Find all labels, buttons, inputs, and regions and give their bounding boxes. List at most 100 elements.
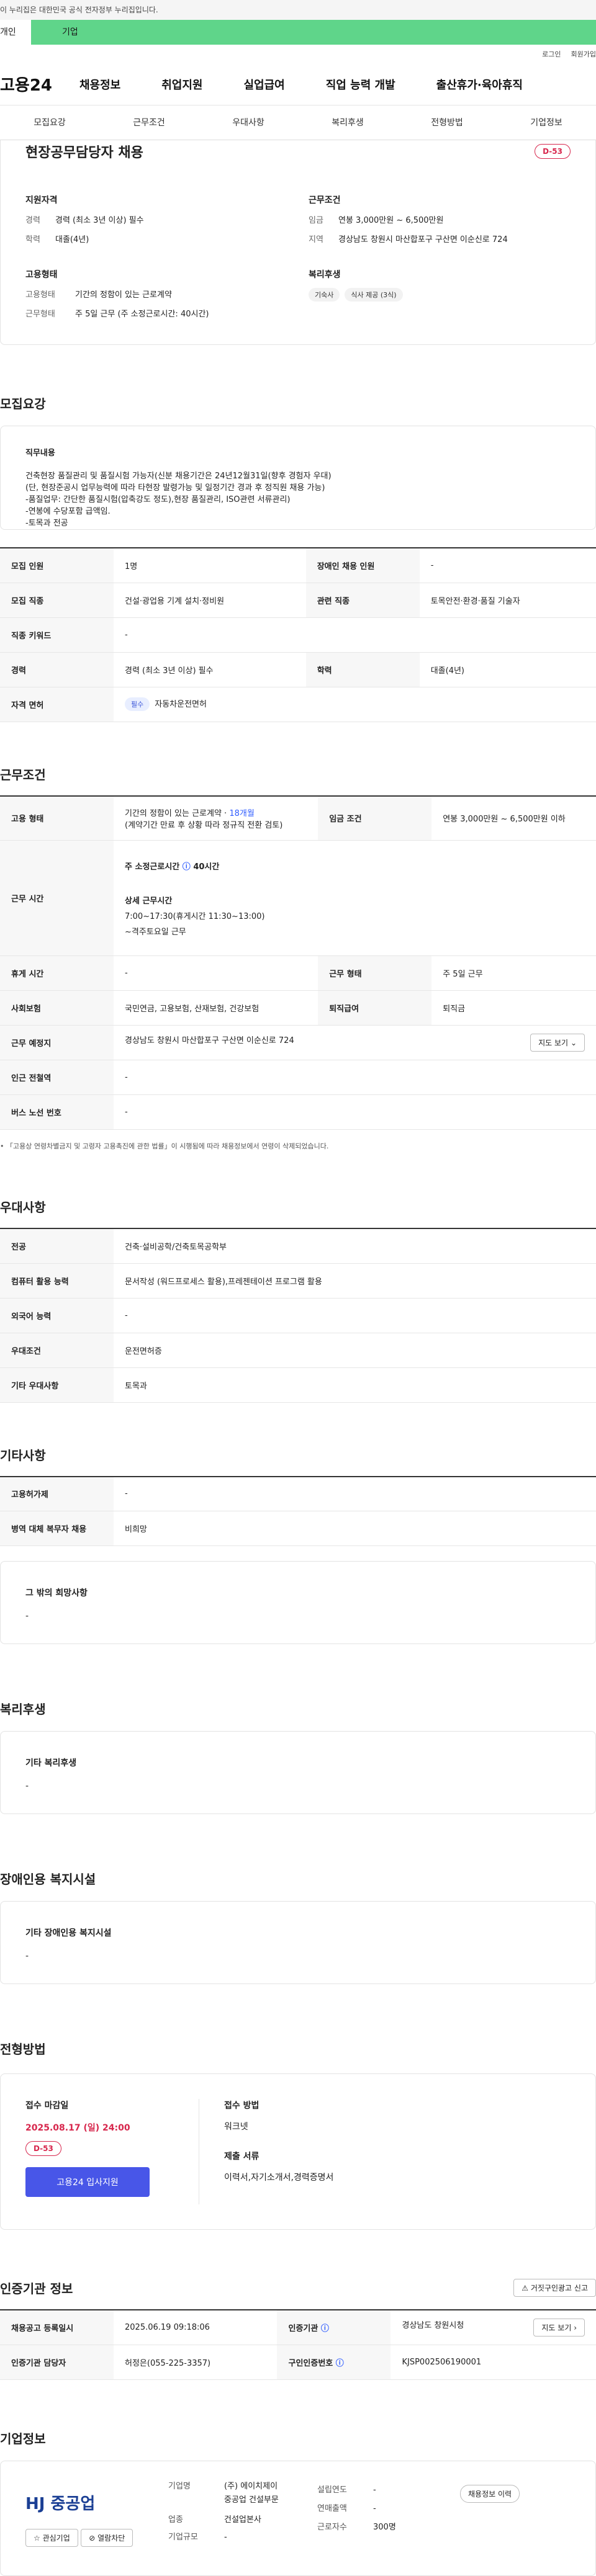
cell: 운전면허증 xyxy=(114,1333,596,1368)
work-heading: 근무조건 xyxy=(0,767,46,782)
cell: 인근 전철역 xyxy=(0,1060,114,1095)
cell: KJSP002506190001 xyxy=(391,2345,596,2380)
tab-company[interactable]: 기업정보 xyxy=(497,105,596,140)
cell: 근무 예정지 xyxy=(0,1025,114,1060)
util-bar: 로그인 회원가입 xyxy=(0,45,596,63)
label: 지역 xyxy=(309,235,323,244)
cell: 경력 (최소 3년 이상) 필수 xyxy=(114,652,306,687)
site-logo[interactable]: 고용24 xyxy=(0,73,79,96)
duty-card: 직무내용 건축현장 품질관리 및 품질시험 가능자(신분 채용기간은 24년12… xyxy=(0,426,596,530)
cell: 컴퓨터 활용 능력 xyxy=(0,1263,114,1299)
cell: 건설·광업용 기계 설치·정비원 xyxy=(114,583,306,618)
cell: 토목과 xyxy=(114,1367,596,1403)
tab-prefer[interactable]: 우대사항 xyxy=(199,105,298,140)
label: 학력 xyxy=(25,235,40,244)
block-button[interactable]: ⊘ 열람차단 xyxy=(81,2528,133,2547)
cell: 비희망 xyxy=(114,1511,596,1546)
duty-line: -연봉에 수당포함 급액임. xyxy=(25,507,111,516)
tab-process[interactable]: 전형방법 xyxy=(397,105,497,140)
prefer-heading: 우대사항 xyxy=(0,1200,46,1215)
disabled-box-heading: 기타 장애인용 복지시설 xyxy=(25,1928,112,1938)
wish-heading: 그 밖의 희망사항 xyxy=(25,1588,88,1598)
cell: 고용 형태 xyxy=(0,795,114,841)
cell: 고용허가제 xyxy=(0,1476,114,1511)
job-summary-card: 현장공무담당자 채용 D-53 지원자격 경력 경력 (최소 3년 이상) 필수 … xyxy=(0,140,596,345)
welfare-box-value: - xyxy=(25,1781,29,1791)
gov-banner: 이 누리집은 대한민국 공식 전자정부 누리집입니다. xyxy=(0,0,596,20)
table-row: 휴게 시간 - 근무 형태 주 5일 근무 xyxy=(0,955,596,991)
qualification-block: 지원자격 경력 경력 (최소 3년 이상) 필수 학력 대졸(4년) xyxy=(25,194,309,252)
other-heading: 기타사항 xyxy=(0,1447,46,1463)
nav-jobs[interactable]: 채용정보 xyxy=(79,76,120,92)
signup-link[interactable]: 회원가입 xyxy=(571,49,596,59)
nav-parental-leave[interactable]: 출산휴가·육아휴직 xyxy=(436,76,523,92)
label: 구인인증번호 xyxy=(288,2358,333,2368)
cell: 허정은(055-225-3357) xyxy=(114,2345,278,2380)
cell: 외국어 능력 xyxy=(0,1298,114,1333)
table-row: 직종 키워드 - xyxy=(0,617,596,653)
cell: 연봉 3,000만원 ~ 6,500만원 이하 xyxy=(431,795,596,841)
table-row: 고용 형태 기간의 정함이 있는 근로계약 · 18개월 (계약기간 만료 후 상황… xyxy=(0,795,596,841)
table-row: 인근 전철역 - xyxy=(0,1060,596,1095)
wish-box: 그 밖의 희망사항 - xyxy=(0,1561,596,1644)
tab-recruit[interactable]: 모집요강 xyxy=(0,105,99,140)
fav-button[interactable]: ☆ 관심기업 xyxy=(25,2528,78,2547)
cell: 대졸(4년) xyxy=(419,652,596,687)
cell: 채용공고 등록일시 xyxy=(0,2310,114,2345)
nav-employment-support[interactable]: 취업지원 xyxy=(161,76,202,92)
report-button[interactable]: ⚠ 거짓구인광고 신고 xyxy=(513,2279,596,2297)
cell: 건축·설비공학/건축토목공학부 xyxy=(114,1228,596,1264)
login-link[interactable]: 로그인 xyxy=(542,49,561,59)
cell: 기타 우대사항 xyxy=(0,1367,114,1403)
employment-block: 고용형태 고용형태 기간의 정함이 있는 근로계약 근무형태 주 5일 근무 (주 … xyxy=(25,268,309,326)
info-icon[interactable]: ⓘ xyxy=(321,2324,329,2333)
cert-table: 채용공고 등록일시 2025.06.19 09:18:06 인증기관 ⓘ 경상남도 창… xyxy=(0,2309,596,2380)
dday-badge: D-53 xyxy=(535,144,571,159)
label: 임금 xyxy=(309,216,323,225)
dday-badge: D-53 xyxy=(25,2141,61,2156)
location-value: 경상남도 창원시 마산합포구 구산면 이순신로 724 xyxy=(125,1036,294,1045)
tab-personal[interactable]: 개인 xyxy=(0,20,31,45)
cert-map-button[interactable]: 지도 보기 › xyxy=(533,2318,585,2337)
welfare-chip: 식사 제공 (3식) xyxy=(345,288,403,302)
deadline-heading: 접수 마감일 xyxy=(25,2101,69,2111)
apply-button[interactable]: 고용24 입사지원 xyxy=(25,2167,150,2197)
recruit-table: 모집 인원 1명 장애인 채용 인원 - 모집 직종 건설·광업용 기계 설치·정비원 관… xyxy=(0,547,596,722)
info-icon[interactable]: ⓘ xyxy=(336,2359,344,2368)
report-icon: ⚠ xyxy=(522,2284,529,2292)
block-label: 열람차단 xyxy=(97,2533,125,2542)
value: ~격주토요일 근무 xyxy=(125,927,186,937)
value: 경상남도 창원시 마산합포구 구산면 이순신로 724 xyxy=(338,235,508,244)
history-button[interactable]: 채용정보 이력 xyxy=(460,2484,520,2503)
table-row: 병역 대체 복무자 채용 비희망 xyxy=(0,1511,596,1546)
label: 기업규모 xyxy=(168,2532,198,2542)
table-row: 자격 면허 필수 자동차운전면허 xyxy=(0,687,596,722)
cell: 구인인증번호 ⓘ xyxy=(277,2345,391,2380)
employment-heading: 고용형태 xyxy=(25,270,58,280)
nav-training[interactable]: 직업 능력 개발 xyxy=(326,76,395,92)
value: 기간의 정함이 있는 근로계약 xyxy=(75,290,172,300)
welfare-block: 복리후생 기숙사 식사 제공 (3식) xyxy=(309,268,571,326)
fav-label: 관심기업 xyxy=(42,2533,70,2542)
label: 경력 xyxy=(25,216,40,225)
duty-line: -품질업무: 간단한 품질시험(압축강도 정도),현장 품질관리, ISO관련 … xyxy=(25,495,291,504)
value: 건설업본사 xyxy=(224,2515,261,2525)
condition-heading: 근무조건 xyxy=(309,195,341,205)
nav-unemployment[interactable]: 실업급여 xyxy=(244,76,285,92)
apply-card: 접수 마감일 2025.08.17 (일) 24:00 D-53 고용24 입사… xyxy=(0,2073,596,2230)
cell: 사회보험 xyxy=(0,990,114,1026)
tab-business[interactable]: 기업 xyxy=(31,20,596,45)
info-icon[interactable]: ⓘ xyxy=(183,862,191,872)
cell: 경상남도 창원시 마산합포구 구산면 이순신로 724 지도 보기 ⌄ xyxy=(114,1025,596,1060)
job-title: 현장공무담당자 채용 xyxy=(25,145,143,161)
company-heading: 기업정보 xyxy=(0,2431,46,2446)
deadline-value: 2025.08.17 (일) 24:00 xyxy=(25,2123,130,2133)
label: 주 소정근로시간 xyxy=(125,862,180,872)
tab-welfare[interactable]: 복리후생 xyxy=(298,105,397,140)
disabled-heading: 장애인용 복지시설 xyxy=(0,1872,96,1887)
type-value: 기간의 정함이 있는 근로계약 · xyxy=(125,808,230,818)
method-heading: 접수 방법 xyxy=(224,2101,260,2111)
map-button[interactable]: 지도 보기 ⌄ xyxy=(530,1034,585,1052)
cert-heading: 인증기관 정보 xyxy=(0,2281,73,2296)
tab-work-cond[interactable]: 근무조건 xyxy=(99,105,199,140)
